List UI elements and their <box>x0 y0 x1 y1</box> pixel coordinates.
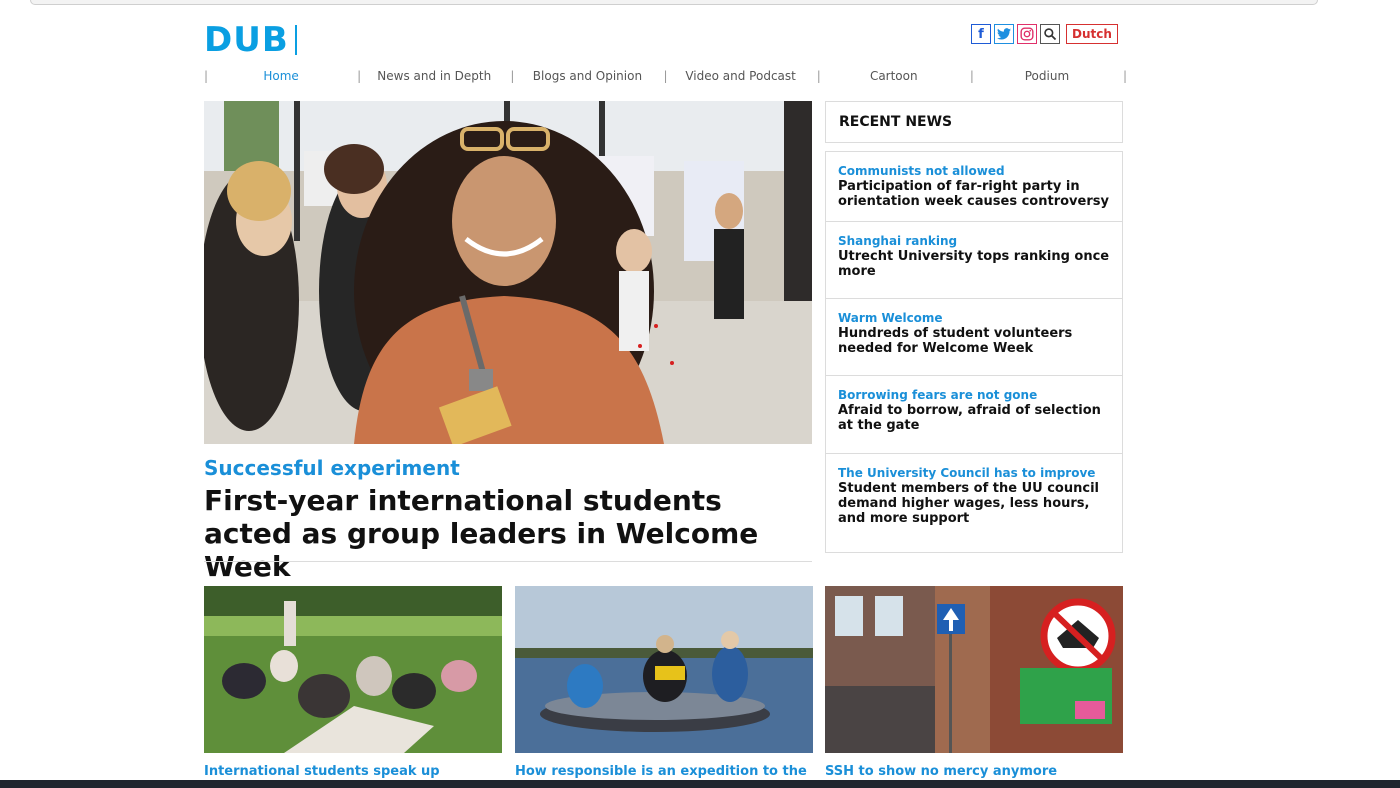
browser-top-edge <box>30 0 1318 5</box>
card-image-rubber-boat[interactable] <box>515 586 813 753</box>
card-image-students-on-grass[interactable] <box>204 586 502 753</box>
site-logo[interactable]: DUB <box>204 20 297 60</box>
recent-news-title[interactable]: Afraid to borrow, afraid of selection at… <box>838 403 1110 433</box>
recent-news-list: Communists not allowed Participation of … <box>825 151 1123 553</box>
card-caption[interactable]: SSH to show no mercy anymore <box>825 764 1057 779</box>
instagram-icon[interactable] <box>1017 24 1037 44</box>
recent-news-item[interactable]: Borrowing fears are not gone Afraid to b… <box>826 376 1122 454</box>
facebook-icon[interactable]: f <box>971 24 991 44</box>
nav-podium[interactable]: Podium <box>971 69 1123 83</box>
nav-blogs[interactable]: Blogs and Opinion <box>511 69 663 83</box>
main-nav: | Home | News and in Depth | Blogs and O… <box>204 67 1128 85</box>
recent-news-panel: RECENT NEWS Communists not allowed Parti… <box>825 101 1123 553</box>
card-image-street-sign[interactable] <box>825 586 1123 753</box>
recent-news-item[interactable]: Shanghai ranking Utrecht University tops… <box>826 222 1122 299</box>
search-icon[interactable] <box>1040 24 1060 44</box>
recent-news-item[interactable]: Communists not allowed Participation of … <box>826 152 1122 222</box>
hero-divider <box>204 561 812 562</box>
recent-news-item[interactable]: Warm Welcome Hundreds of student volunte… <box>826 299 1122 376</box>
recent-news-title[interactable]: Hundreds of student volunteers needed fo… <box>838 326 1110 356</box>
nav-separator: | <box>1123 69 1128 83</box>
nav-cartoon[interactable]: Cartoon <box>818 69 970 83</box>
recent-news-kicker[interactable]: Warm Welcome <box>838 311 1110 325</box>
recent-news-title[interactable]: Participation of far-right party in orie… <box>838 179 1110 209</box>
card-caption[interactable]: How responsible is an expedition to the <box>515 764 807 779</box>
language-button[interactable]: Dutch <box>1066 24 1118 44</box>
card-caption[interactable]: International students speak up <box>204 764 440 779</box>
logo-text: DUB <box>204 20 289 60</box>
hero-image[interactable] <box>204 101 812 444</box>
nav-news[interactable]: News and in Depth <box>358 69 510 83</box>
hero-kicker[interactable]: Successful experiment <box>204 456 460 480</box>
logo-divider <box>294 25 297 55</box>
recent-news-kicker[interactable]: The University Council has to improve <box>838 466 1110 480</box>
recent-news-heading: RECENT NEWS <box>825 101 1123 143</box>
twitter-icon[interactable] <box>994 24 1014 44</box>
nav-home[interactable]: Home <box>205 69 357 83</box>
recent-news-kicker[interactable]: Communists not allowed <box>838 164 1110 178</box>
recent-news-title[interactable]: Utrecht University tops ranking once mor… <box>838 249 1110 279</box>
recent-news-kicker[interactable]: Shanghai ranking <box>838 234 1110 248</box>
recent-news-kicker[interactable]: Borrowing fears are not gone <box>838 388 1110 402</box>
nav-video[interactable]: Video and Podcast <box>665 69 817 83</box>
recent-news-item[interactable]: The University Council has to improve St… <box>826 454 1122 553</box>
os-taskbar <box>0 780 1400 788</box>
recent-news-title[interactable]: Student members of the UU council demand… <box>838 481 1110 526</box>
social-bar: f Dutch <box>971 24 1118 44</box>
hero-headline[interactable]: First-year international students acted … <box>204 484 804 583</box>
